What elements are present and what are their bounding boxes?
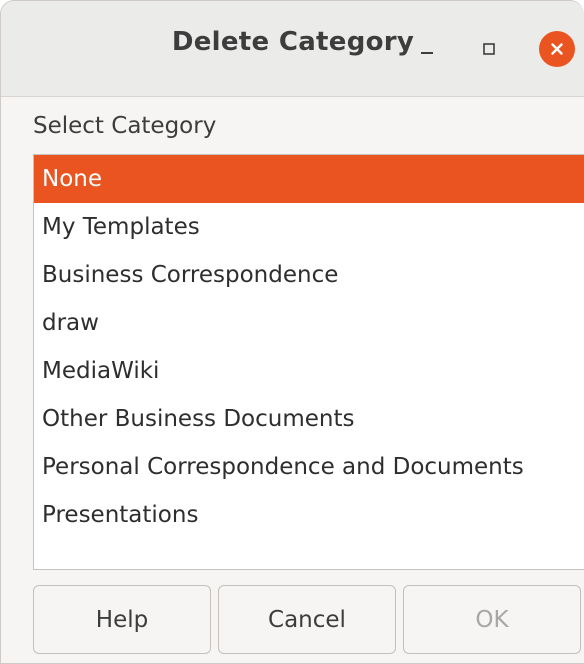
- list-item-draw[interactable]: draw: [34, 299, 584, 347]
- list-item-my-templates[interactable]: My Templates: [34, 203, 584, 251]
- close-button[interactable]: [539, 31, 575, 67]
- help-button[interactable]: Help: [33, 585, 211, 654]
- select-category-label: Select Category: [33, 113, 217, 139]
- category-listbox[interactable]: None My Templates Business Correspondenc…: [33, 154, 584, 570]
- list-item-none[interactable]: None: [34, 155, 584, 203]
- cancel-button[interactable]: Cancel: [218, 585, 396, 654]
- close-icon: [551, 43, 563, 55]
- delete-category-dialog: Delete Category Select Category None My …: [0, 0, 584, 664]
- list-item-personal-correspondence[interactable]: Personal Correspondence and Documents: [34, 443, 584, 491]
- minimize-button[interactable]: [409, 31, 445, 67]
- maximize-button[interactable]: [471, 31, 507, 67]
- list-item-business-correspondence[interactable]: Business Correspondence: [34, 251, 584, 299]
- list-item-presentations[interactable]: Presentations: [34, 491, 584, 539]
- maximize-icon: [483, 43, 495, 55]
- title-bar[interactable]: Delete Category: [1, 1, 584, 97]
- close-button-circle: [539, 31, 575, 67]
- ok-button[interactable]: OK: [403, 585, 581, 654]
- minimize-icon: [421, 52, 433, 54]
- list-item-mediawiki[interactable]: MediaWiki: [34, 347, 584, 395]
- list-item-other-business-documents[interactable]: Other Business Documents: [34, 395, 584, 443]
